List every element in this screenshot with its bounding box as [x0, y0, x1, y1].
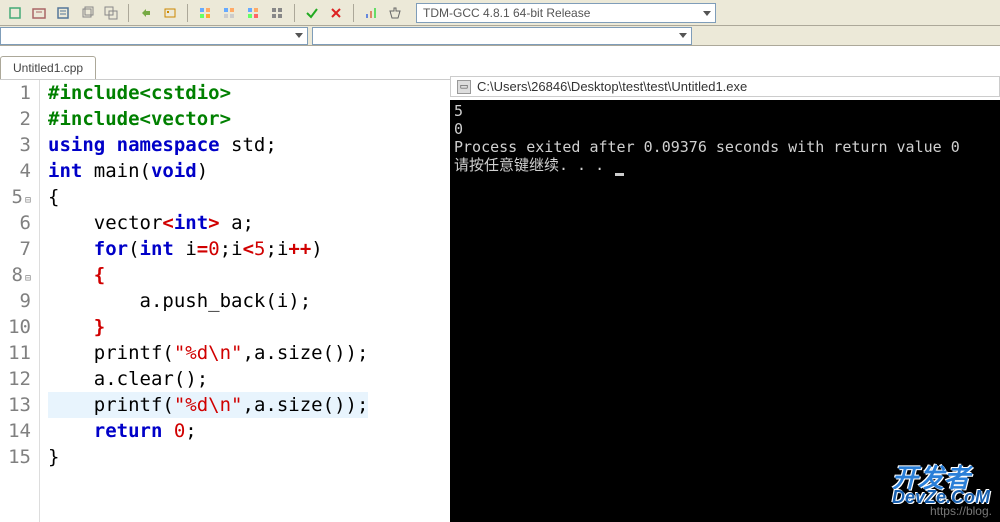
toolbar-separator — [294, 4, 295, 22]
compiler-label: TDM-GCC 4.8.1 64-bit Release — [423, 6, 590, 20]
code-line[interactable]: { — [48, 262, 368, 288]
code-line[interactable]: } — [48, 444, 368, 470]
console-line: 5 — [454, 102, 996, 120]
clean-icon[interactable] — [384, 3, 406, 23]
code-line[interactable]: a.clear(); — [48, 366, 368, 392]
run-icon[interactable] — [218, 3, 240, 23]
code-line[interactable]: a.push_back(i); — [48, 288, 368, 314]
line-number: 13 — [0, 392, 31, 418]
line-number: 2 — [0, 106, 31, 132]
line-number: 10 — [0, 314, 31, 340]
toolbar-icon-4[interactable] — [76, 3, 98, 23]
compile-icon[interactable] — [194, 3, 216, 23]
compiler-selector[interactable]: TDM-GCC 4.8.1 64-bit Release — [416, 3, 716, 23]
profile-icon[interactable] — [360, 3, 382, 23]
toolbar-icon-6[interactable] — [135, 3, 157, 23]
watermark-url: https://blog. — [930, 504, 992, 518]
line-number: 12 — [0, 366, 31, 392]
console-line: Process exited after 0.09376 seconds wit… — [454, 138, 996, 156]
code-editor[interactable]: 12345⊟678⊟9101112131415 #include<cstdio>… — [0, 80, 450, 522]
line-number: 14 — [0, 418, 31, 444]
console-window-icon: ▭ — [457, 80, 471, 94]
debug-check-icon[interactable] — [301, 3, 323, 23]
file-tab-active[interactable]: Untitled1.cpp — [0, 56, 96, 79]
console-line: 请按任意键继续. . . — [454, 156, 996, 176]
main-toolbar: TDM-GCC 4.8.1 64-bit Release — [0, 0, 1000, 26]
fold-toggle-icon[interactable]: ⊟ — [25, 195, 31, 206]
code-line[interactable]: { — [48, 184, 368, 210]
console-cursor — [615, 173, 624, 176]
line-number: 3 — [0, 132, 31, 158]
code-line[interactable]: #include<vector> — [48, 106, 368, 132]
line-number: 8⊟ — [0, 262, 31, 288]
line-number: 9 — [0, 288, 31, 314]
line-number: 4 — [0, 158, 31, 184]
toolbar-icon-1[interactable] — [4, 3, 26, 23]
code-line[interactable]: printf("%d\n",a.size()); — [48, 392, 368, 418]
toolbar-icon-3[interactable] — [52, 3, 74, 23]
code-line[interactable]: #include<cstdio> — [48, 80, 368, 106]
compile-run-icon[interactable] — [242, 3, 264, 23]
code-line[interactable]: } — [48, 314, 368, 340]
line-number-gutter: 12345⊟678⊟9101112131415 — [0, 80, 40, 522]
debug-cancel-icon[interactable] — [325, 3, 347, 23]
console-panel: ▭ C:\Users\26846\Desktop\test\test\Untit… — [450, 80, 1000, 522]
code-line[interactable]: vector<int> a; — [48, 210, 368, 236]
toolbar-separator — [353, 4, 354, 22]
navigation-bar — [0, 26, 1000, 46]
watermark-logo: 开发者 DevZe.CoM — [892, 458, 990, 508]
function-selector[interactable] — [312, 27, 692, 45]
main-area: 12345⊟678⊟9101112131415 #include<cstdio>… — [0, 80, 1000, 522]
line-number: 6 — [0, 210, 31, 236]
code-content[interactable]: #include<cstdio>#include<vector>using na… — [40, 80, 368, 522]
code-line[interactable]: return 0; — [48, 418, 368, 444]
fold-toggle-icon[interactable]: ⊟ — [25, 273, 31, 284]
console-path: C:\Users\26846\Desktop\test\test\Untitle… — [477, 79, 747, 94]
code-line[interactable]: printf("%d\n",a.size()); — [48, 340, 368, 366]
code-line[interactable]: for(int i=0;i<5;i++) — [48, 236, 368, 262]
line-number: 15 — [0, 444, 31, 470]
file-tabs: Untitled1.cpp — [0, 46, 1000, 80]
toolbar-separator — [128, 4, 129, 22]
line-number: 7 — [0, 236, 31, 262]
toolbar-icon-5[interactable] — [100, 3, 122, 23]
rebuild-icon[interactable] — [266, 3, 288, 23]
line-number: 5⊟ — [0, 184, 31, 210]
code-line[interactable]: int main(void) — [48, 158, 368, 184]
line-number: 1 — [0, 80, 31, 106]
toolbar-icon-7[interactable] — [159, 3, 181, 23]
code-line[interactable]: using namespace std; — [48, 132, 368, 158]
toolbar-separator — [187, 4, 188, 22]
class-selector[interactable] — [0, 27, 308, 45]
console-titlebar[interactable]: ▭ C:\Users\26846\Desktop\test\test\Untit… — [450, 76, 1000, 97]
toolbar-icon-2[interactable] — [28, 3, 50, 23]
line-number: 11 — [0, 340, 31, 366]
console-line: 0 — [454, 120, 996, 138]
